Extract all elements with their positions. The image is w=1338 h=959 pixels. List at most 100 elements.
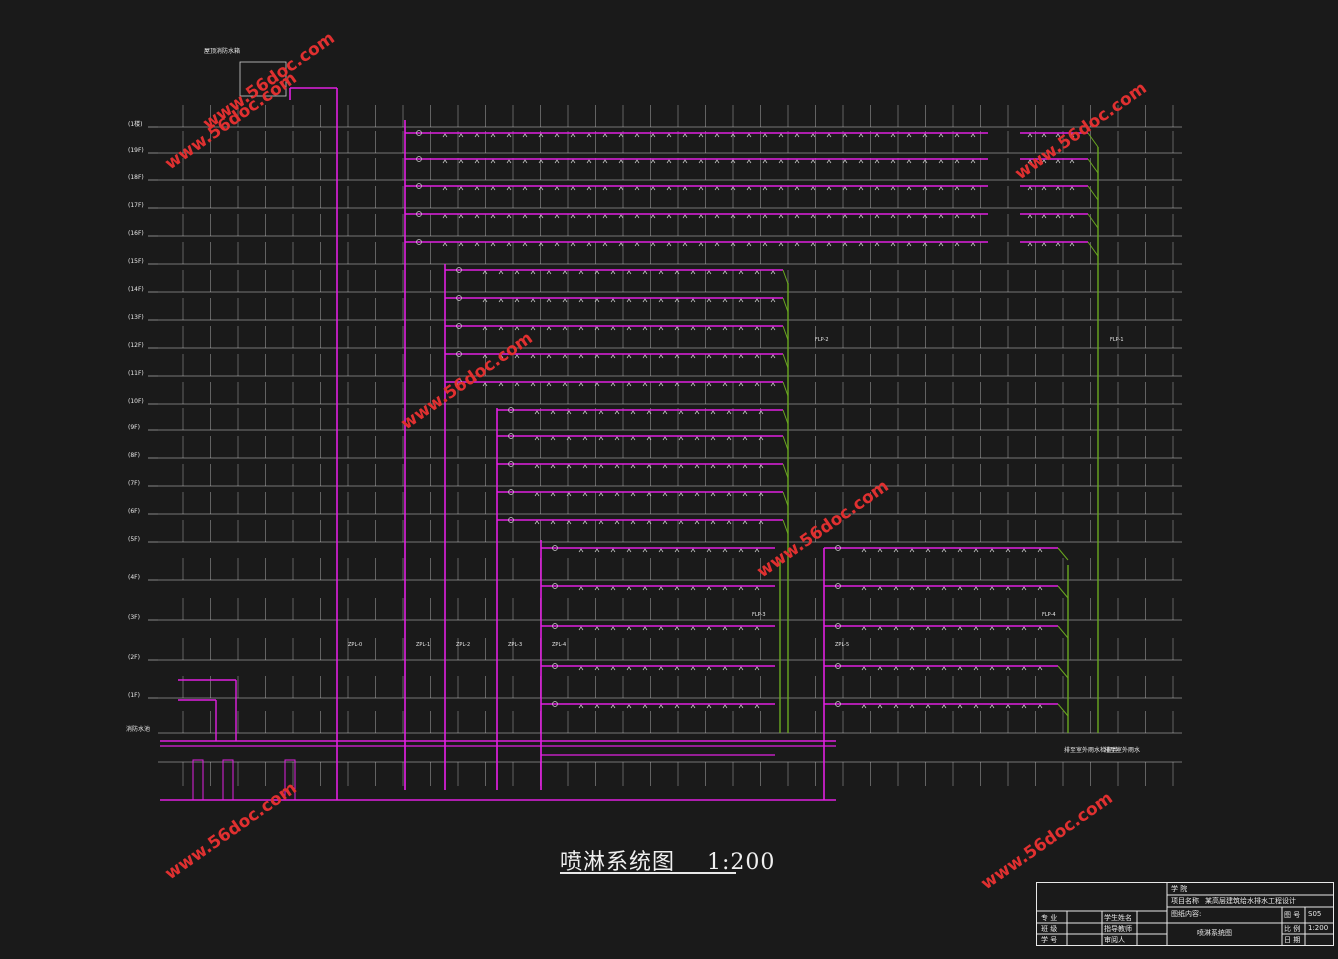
sprinkler-head [662, 410, 668, 415]
sprinkler-head [925, 586, 931, 591]
sprinkler-head [570, 214, 576, 219]
sprinkler-head [810, 242, 816, 247]
sprinkler-head [794, 159, 800, 164]
floor-label: (13F) [128, 314, 144, 321]
sprinkler-head [694, 464, 700, 469]
sprinkler-head [626, 382, 632, 387]
sprinkler-head [874, 133, 880, 138]
sprinkler-head [706, 354, 712, 359]
sprinkler-head [890, 186, 896, 191]
sprinkler-head [738, 326, 744, 331]
sprinkler-head [742, 464, 748, 469]
sprinkler-head [530, 326, 536, 331]
sprinkler-head [698, 242, 704, 247]
sprinkler-head [710, 492, 716, 497]
sprinkler-head [710, 464, 716, 469]
sprinkler-head [474, 242, 480, 247]
sprinkler-head [490, 242, 496, 247]
sprinkler-head [1021, 586, 1027, 591]
sprinkler-head [890, 242, 896, 247]
sprinkler-head [674, 326, 680, 331]
sprinkler-head [522, 133, 528, 138]
sprinkler-head [1069, 242, 1075, 247]
sprinkler-head [706, 270, 712, 275]
sprinkler-head [642, 586, 648, 591]
sprinkler-head [973, 704, 979, 709]
sprinkler-head [1055, 242, 1061, 247]
sprinkler-head [1027, 186, 1033, 191]
sprinkler-head [1021, 626, 1027, 631]
sprinkler-head [906, 242, 912, 247]
tb-student: 学生姓名 [1104, 914, 1132, 922]
sprinkler-head [578, 626, 584, 631]
sprinkler-head [842, 186, 848, 191]
sprinkler-head [614, 410, 620, 415]
sprinkler-head [546, 298, 552, 303]
sprinkler-head [662, 520, 668, 525]
sprinkler-head [566, 464, 572, 469]
sprinkler-head [514, 382, 520, 387]
sprinkler-head [941, 704, 947, 709]
sprinkler-head [658, 626, 664, 631]
drain-label: FLP-2 [815, 337, 829, 343]
drain-branch [782, 353, 789, 369]
sprinkler-head [706, 382, 712, 387]
sprinkler-head [550, 464, 556, 469]
sprinkler-head [626, 270, 632, 275]
sprinkler-head [662, 464, 668, 469]
sprinkler-head [678, 464, 684, 469]
sprinkler-head [610, 270, 616, 275]
sprinkler-head [578, 548, 584, 553]
sprinkler-head [893, 666, 899, 671]
sprinkler-head [1005, 704, 1011, 709]
floor-label: (9F) [128, 424, 140, 431]
sprinkler-head [726, 492, 732, 497]
sprinkler-head [554, 133, 560, 138]
sprinkler-head [726, 436, 732, 441]
sprinkler-head [893, 626, 899, 631]
sprinkler-head [690, 382, 696, 387]
sprinkler-head [458, 214, 464, 219]
sprinkler-head [658, 270, 664, 275]
drain-label: FLP-4 [1042, 612, 1056, 618]
sprinkler-head [938, 214, 944, 219]
sprinkler-head [490, 159, 496, 164]
sprinkler-head [706, 548, 712, 553]
sprinkler-head [1005, 666, 1011, 671]
sprinkler-head [546, 270, 552, 275]
sprinkler-head [642, 298, 648, 303]
sprinkler-head [906, 159, 912, 164]
sprinkler-head [674, 548, 680, 553]
sprinkler-head [514, 298, 520, 303]
sprinkler-head [722, 704, 728, 709]
sprinkler-head [710, 410, 716, 415]
sprinkler-head [566, 410, 572, 415]
sprinkler-head [957, 586, 963, 591]
sprinkler-head [678, 492, 684, 497]
sprinkler-head [610, 298, 616, 303]
sprinkler-head [642, 666, 648, 671]
sprinkler-head [738, 626, 744, 631]
sprinkler-head [706, 326, 712, 331]
sprinkler-head [674, 586, 680, 591]
sprinkler-head [626, 704, 632, 709]
sprinkler-head [754, 548, 760, 553]
riser-label: ZPL-4 [552, 642, 566, 648]
sprinkler-head [554, 159, 560, 164]
sprinkler-head [861, 666, 867, 671]
sprinkler-head [650, 242, 656, 247]
sprinkler-head [906, 186, 912, 191]
sprinkler-head [954, 214, 960, 219]
sprinkler-head [666, 159, 672, 164]
riser-label: ZPL-5 [835, 642, 849, 648]
sprinkler-head [498, 298, 504, 303]
sprinkler-head [810, 133, 816, 138]
sprinkler-head [714, 214, 720, 219]
sprinkler-head [562, 298, 568, 303]
sprinkler-head [690, 298, 696, 303]
sprinkler-head [858, 133, 864, 138]
floor-label: (11F) [128, 370, 144, 377]
sprinkler-head [754, 326, 760, 331]
floor-labels: (1楼) (19F) (18F) (17F) (16F) (15F) (14F) (13F) (… [128, 120, 158, 699]
sprinkler-head [534, 410, 540, 415]
